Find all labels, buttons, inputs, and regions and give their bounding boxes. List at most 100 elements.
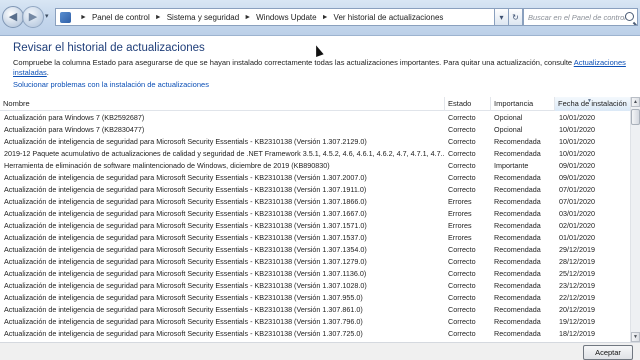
update-importance-cell: Recomendada <box>494 209 541 218</box>
breadcrumb-separator-icon[interactable]: ► <box>244 14 251 21</box>
breadcrumb-windows-update[interactable]: Windows Update <box>256 13 316 22</box>
table-row[interactable]: Actualización de inteligencia de segurid… <box>0 316 630 328</box>
update-name-cell: Actualización de inteligencia de segurid… <box>4 281 367 290</box>
table-row[interactable]: Actualización de inteligencia de segurid… <box>0 292 630 304</box>
table-header: Nombre Estado Importancia ▼ Fecha de ins… <box>0 97 630 111</box>
breadcrumb-separator-icon[interactable]: ► <box>322 14 329 21</box>
update-date-cell: 10/01/2020 <box>559 149 595 158</box>
update-date-cell: 29/12/2019 <box>559 245 595 254</box>
update-date-cell: 18/12/2019 <box>559 329 595 338</box>
accept-button[interactable]: Aceptar <box>583 345 633 360</box>
update-importance-cell: Recomendada <box>494 281 541 290</box>
update-name-cell: Actualización de inteligencia de segurid… <box>4 209 367 218</box>
table-row[interactable]: Actualización de inteligencia de segurid… <box>0 232 630 244</box>
column-header-importance[interactable]: Importancia <box>491 97 555 111</box>
update-date-cell: 19/12/2019 <box>559 317 595 326</box>
intro-end: . <box>46 68 49 77</box>
update-date-cell: 01/01/2020 <box>559 233 595 242</box>
column-header-date[interactable]: ▼ Fecha de instalación <box>555 97 630 111</box>
breadcrumb-control-panel[interactable]: Panel de control <box>92 13 150 22</box>
update-date-cell: 09/01/2020 <box>559 161 595 170</box>
forward-arrow-icon[interactable]: ▶ <box>22 6 44 28</box>
table-row[interactable]: Actualización de inteligencia de segurid… <box>0 136 630 148</box>
recent-pages-chevron-icon[interactable]: ▾ <box>45 12 49 20</box>
table-row[interactable]: Actualización de inteligencia de segurid… <box>0 304 630 316</box>
refresh-icon[interactable]: ↻ <box>508 8 523 26</box>
update-importance-cell: Opcional <box>494 125 523 134</box>
table-row[interactable]: Actualización de inteligencia de segurid… <box>0 172 630 184</box>
update-state-cell: Correcto <box>448 137 476 146</box>
search-icon[interactable] <box>625 12 634 21</box>
intro-text: Compruebe la columna Estado para asegura… <box>13 58 633 78</box>
update-date-cell: 10/01/2020 <box>559 137 595 146</box>
table-row[interactable]: Herramienta de eliminación de software m… <box>0 160 630 172</box>
troubleshoot-link[interactable]: Solucionar problemas con la instalación … <box>13 80 209 89</box>
table-row[interactable]: 2019-12 Paquete acumulativo de actualiza… <box>0 148 630 160</box>
column-header-name[interactable]: Nombre <box>0 97 445 111</box>
address-bar[interactable]: ► Panel de control ► Sistema y seguridad… <box>55 8 495 26</box>
table-row[interactable]: Actualización de inteligencia de segurid… <box>0 328 630 340</box>
update-date-cell: 02/01/2020 <box>559 221 595 230</box>
column-header-state[interactable]: Estado <box>445 97 491 111</box>
table-row[interactable]: Actualización de inteligencia de segurid… <box>0 268 630 280</box>
breadcrumb-system-security[interactable]: Sistema y seguridad <box>167 13 239 22</box>
table-row[interactable]: Actualización para Windows 7 (KB2830477)… <box>0 124 630 136</box>
update-name-cell: Actualización de inteligencia de segurid… <box>4 329 363 338</box>
table-row[interactable]: Actualización de inteligencia de segurid… <box>0 196 630 208</box>
update-name-cell: Actualización de inteligencia de segurid… <box>4 305 363 314</box>
table-row[interactable]: Actualización de inteligencia de segurid… <box>0 184 630 196</box>
update-importance-cell: Recomendada <box>494 245 541 254</box>
address-history-chevron-icon[interactable]: ▾ <box>494 8 509 26</box>
update-date-cell: 10/01/2020 <box>559 113 595 122</box>
breadcrumb-separator-icon[interactable]: ► <box>80 14 87 21</box>
table-row[interactable]: Actualización de inteligencia de segurid… <box>0 208 630 220</box>
column-header-date-label: Fecha de instalación <box>558 99 627 108</box>
update-state-cell: Errores <box>448 209 472 218</box>
footer-bar: Aceptar <box>0 342 640 360</box>
table-row[interactable]: Actualización para Windows 7 (KB2592687)… <box>0 112 630 124</box>
update-importance-cell: Recomendada <box>494 305 541 314</box>
update-state-cell: Correcto <box>448 173 476 182</box>
breadcrumb-update-history[interactable]: Ver historial de actualizaciones <box>334 13 444 22</box>
update-name-cell: Actualización de inteligencia de segurid… <box>4 221 367 230</box>
update-date-cell: 03/01/2020 <box>559 209 595 218</box>
update-state-cell: Correcto <box>448 293 476 302</box>
table-row[interactable]: Actualización de inteligencia de segurid… <box>0 256 630 268</box>
update-name-cell: 2019-12 Paquete acumulativo de actualiza… <box>4 149 444 158</box>
update-name-cell: Actualización de inteligencia de segurid… <box>4 245 367 254</box>
update-name-cell: Actualización de inteligencia de segurid… <box>4 173 367 182</box>
update-importance-cell: Recomendada <box>494 221 541 230</box>
search-input[interactable]: Buscar en el Panel de control <box>523 8 638 26</box>
back-arrow-icon[interactable]: ◀ <box>2 6 24 28</box>
update-importance-cell: Recomendada <box>494 269 541 278</box>
update-state-cell: Correcto <box>448 269 476 278</box>
table-row[interactable]: Actualización de inteligencia de segurid… <box>0 244 630 256</box>
update-date-cell: 20/12/2019 <box>559 305 595 314</box>
update-date-cell: 28/12/2019 <box>559 257 595 266</box>
update-history-table: Nombre Estado Importancia ▼ Fecha de ins… <box>0 97 640 342</box>
update-state-cell: Errores <box>448 197 472 206</box>
update-state-cell: Correcto <box>448 305 476 314</box>
update-date-cell: 09/01/2020 <box>559 173 595 182</box>
search-placeholder: Buscar en el Panel de control <box>528 12 626 22</box>
breadcrumb-separator-icon[interactable]: ► <box>155 14 162 21</box>
scroll-down-icon[interactable]: ▼ <box>631 332 640 342</box>
scroll-up-icon[interactable]: ▲ <box>631 97 640 107</box>
update-name-cell: Actualización para Windows 7 (KB2830477) <box>4 125 145 134</box>
update-date-cell: 25/12/2019 <box>559 269 595 278</box>
update-name-cell: Actualización de inteligencia de segurid… <box>4 257 367 266</box>
update-importance-cell: Recomendada <box>494 149 541 158</box>
update-importance-cell: Recomendada <box>494 293 541 302</box>
intro-description: Compruebe la columna Estado para asegura… <box>13 58 574 67</box>
scroll-thumb[interactable] <box>631 109 640 125</box>
update-date-cell: 23/12/2019 <box>559 281 595 290</box>
update-importance-cell: Recomendada <box>494 197 541 206</box>
update-state-cell: Correcto <box>448 161 476 170</box>
table-row[interactable]: Actualización de inteligencia de segurid… <box>0 280 630 292</box>
vertical-scrollbar[interactable]: ▲ ▼ <box>630 97 640 342</box>
table-row[interactable]: Actualización de inteligencia de segurid… <box>0 220 630 232</box>
update-importance-cell: Opcional <box>494 113 523 122</box>
update-name-cell: Actualización de inteligencia de segurid… <box>4 269 367 278</box>
update-date-cell: 22/12/2019 <box>559 293 595 302</box>
update-name-cell: Herramienta de eliminación de software m… <box>4 161 330 170</box>
